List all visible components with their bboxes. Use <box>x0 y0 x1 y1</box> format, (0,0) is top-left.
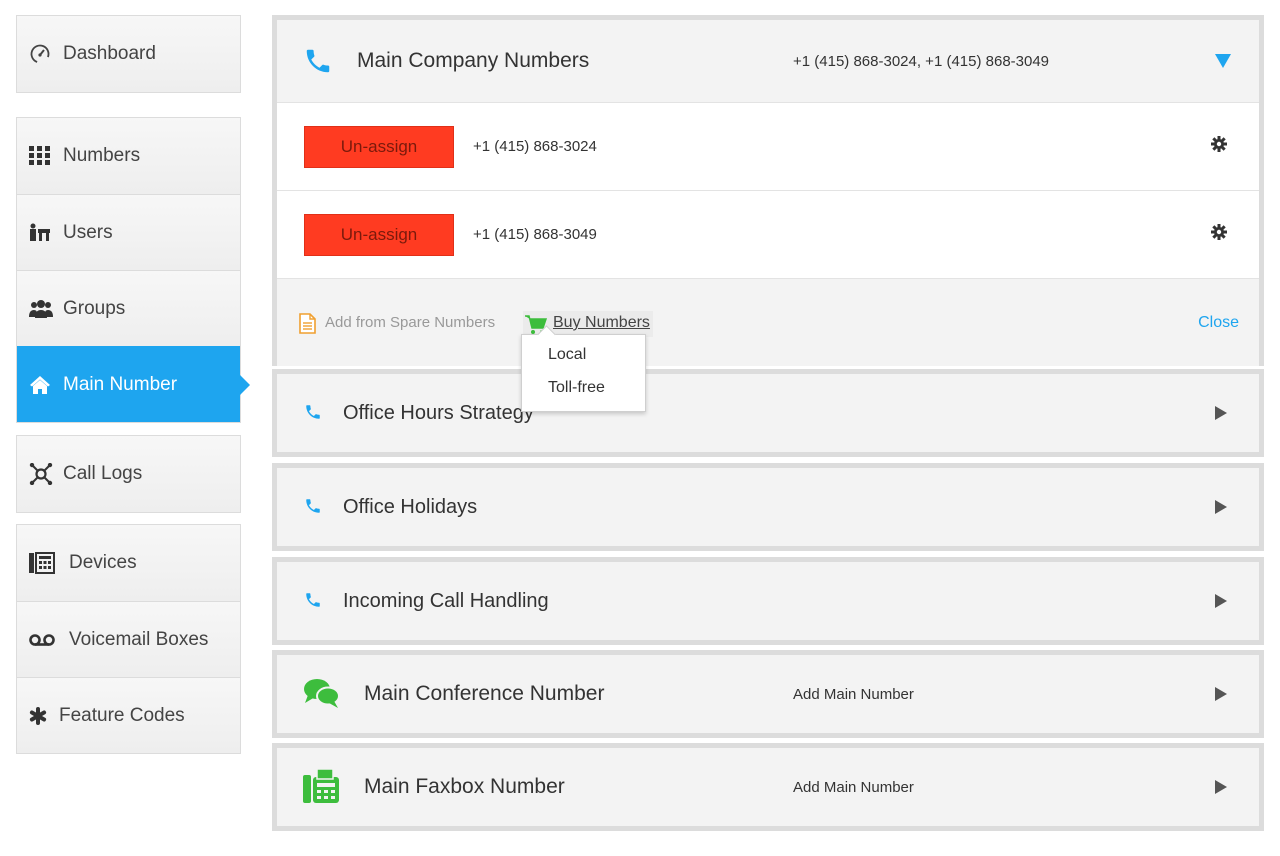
sidebar-item-label: Groups <box>63 297 126 319</box>
sidebar-item-label: Voicemail Boxes <box>69 628 209 650</box>
table-row: Un-assign +1 (415) 868-3049 <box>277 190 1259 278</box>
sidebar-item-label: Dashboard <box>63 43 156 64</box>
phone-number: +1 (415) 868-3049 <box>473 226 597 243</box>
table-row: Un-assign +1 (415) 868-3024 <box>277 102 1259 190</box>
unassign-button[interactable]: Un-assign <box>304 125 454 168</box>
panel-header[interactable]: Main Faxbox Number Add Main Number <box>277 748 1259 826</box>
add-from-spare-numbers-link[interactable]: Add from Spare Numbers <box>325 314 495 331</box>
phone-icon <box>304 591 322 614</box>
sidebar-item-voicemail-boxes[interactable]: Voicemail Boxes <box>17 601 240 677</box>
sidebar-item-users[interactable]: Users <box>17 194 240 270</box>
fax-icon <box>303 767 339 810</box>
panel-title: Main Faxbox Number <box>364 775 565 798</box>
sidebar-item-devices[interactable]: Devices <box>17 525 240 601</box>
keypad-icon <box>29 145 57 167</box>
desk-phone-icon <box>29 552 63 574</box>
sidebar-item-numbers[interactable]: Numbers <box>17 118 240 194</box>
panel-title: Office Hours Strategy <box>343 401 534 424</box>
groups-icon <box>29 298 57 320</box>
buy-numbers-dropdown: Local Toll-free <box>521 334 646 412</box>
sidebar-group-main: Numbers Users Groups Main Number <box>16 117 250 423</box>
sidebar-item-groups[interactable]: Groups <box>17 270 240 346</box>
users-icon <box>29 222 57 244</box>
add-main-number-link[interactable]: Add Main Number <box>793 779 914 796</box>
sidebar-item-dashboard[interactable]: Dashboard <box>17 16 240 92</box>
dropdown-item-toll-free[interactable]: Toll-free <box>548 379 605 397</box>
expand-arrow-icon[interactable] <box>1215 687 1227 701</box>
main-faxbox-number-panel[interactable]: Main Faxbox Number Add Main Number <box>272 743 1264 831</box>
office-hours-strategy-panel[interactable]: Office Hours Strategy <box>272 369 1264 457</box>
asterisk-icon <box>29 705 53 727</box>
sidebar-item-main-number[interactable]: Main Number <box>17 346 250 422</box>
sidebar-group-logs: Call Logs <box>16 435 241 513</box>
panel-footer: Add from Spare Numbers Buy Numbers Close <box>277 278 1259 366</box>
sidebar-group-dashboard: Dashboard <box>16 15 241 93</box>
collapse-arrow-icon[interactable] <box>1215 54 1231 68</box>
phone-icon <box>303 46 333 81</box>
sidebar-item-feature-codes[interactable]: Feature Codes <box>17 677 240 753</box>
dropdown-item-local[interactable]: Local <box>548 346 586 364</box>
panel-header[interactable]: Main Conference Number Add Main Number <box>277 655 1259 733</box>
panel-header[interactable]: Office Holidays <box>277 468 1259 546</box>
expand-arrow-icon[interactable] <box>1215 500 1227 514</box>
home-icon <box>29 374 57 396</box>
sidebar-item-label: Call Logs <box>63 463 143 484</box>
incoming-call-handling-panel[interactable]: Incoming Call Handling <box>272 557 1264 645</box>
expand-arrow-icon[interactable] <box>1215 780 1227 794</box>
sidebar-item-label: Numbers <box>63 145 141 166</box>
sidebar-item-label: Users <box>63 221 113 243</box>
expand-arrow-icon[interactable] <box>1215 594 1227 608</box>
voicemail-icon <box>29 629 63 651</box>
buy-numbers-label: Buy Numbers <box>553 314 650 331</box>
panel-title: Incoming Call Handling <box>343 589 549 612</box>
panel-title: Main Conference Number <box>364 682 605 705</box>
sidebar-item-label: Devices <box>69 552 137 573</box>
sidebar-group-devices: Devices Voicemail Boxes Feature Codes <box>16 524 241 754</box>
unassign-button[interactable]: Un-assign <box>304 213 454 256</box>
call-logs-icon <box>29 463 57 485</box>
phone-icon <box>304 497 322 520</box>
phone-number: +1 (415) 868-3024 <box>473 138 597 155</box>
main-company-numbers-panel: Main Company Numbers +1 (415) 868-3024, … <box>272 15 1264 366</box>
add-main-number-link[interactable]: Add Main Number <box>793 686 914 703</box>
phone-icon <box>304 403 322 426</box>
panel-title: Main Company Numbers <box>357 49 590 72</box>
assigned-numbers-summary: +1 (415) 868-3024, +1 (415) 868-3049 <box>793 52 1050 70</box>
office-holidays-panel[interactable]: Office Holidays <box>272 463 1264 551</box>
expand-arrow-icon[interactable] <box>1215 406 1227 420</box>
sidebar-item-label: Feature Codes <box>59 704 185 726</box>
main-company-numbers-header[interactable]: Main Company Numbers +1 (415) 868-3024, … <box>277 20 1259 102</box>
speedometer-icon <box>29 43 57 65</box>
sidebar-item-label: Main Number <box>63 373 178 395</box>
sidebar-item-call-logs[interactable]: Call Logs <box>17 436 240 512</box>
document-icon <box>299 313 316 339</box>
panel-header[interactable]: Incoming Call Handling <box>277 562 1259 640</box>
gear-icon[interactable] <box>1211 136 1227 157</box>
chat-bubbles-icon <box>303 677 341 714</box>
panel-title: Office Holidays <box>343 495 478 518</box>
close-link[interactable]: Close <box>1198 314 1239 332</box>
main-conference-number-panel[interactable]: Main Conference Number Add Main Number <box>272 650 1264 738</box>
gear-icon[interactable] <box>1211 224 1227 245</box>
panel-header[interactable]: Office Hours Strategy <box>277 374 1259 452</box>
